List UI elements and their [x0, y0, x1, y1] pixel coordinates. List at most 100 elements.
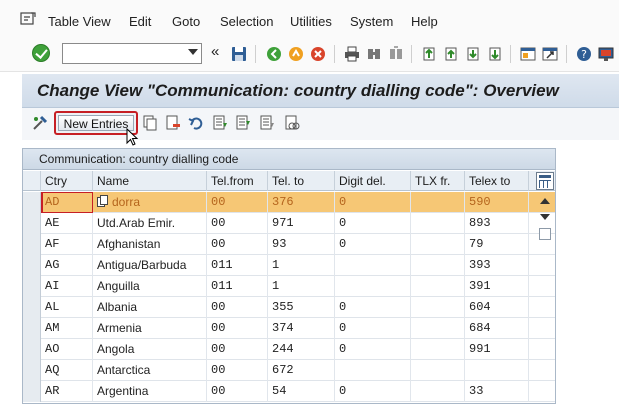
table-row[interactable]: AO Angola 00 244 0 991: [23, 339, 555, 360]
row-selector[interactable]: [23, 234, 41, 255]
deselect-all-icon[interactable]: [259, 115, 275, 131]
cell-tel-from: 00: [207, 192, 268, 213]
select-all-cell[interactable]: [23, 171, 41, 191]
table-row[interactable]: AL Albania 00 355 0 604: [23, 297, 555, 318]
row-selector[interactable]: [23, 255, 41, 276]
cell-name[interactable]: dorra: [93, 192, 207, 213]
column-header-telex-to[interactable]: Telex to: [465, 171, 529, 191]
new-entries-button[interactable]: New Entries: [58, 115, 134, 131]
undo-change-icon[interactable]: [188, 115, 204, 131]
menu-icon[interactable]: [20, 12, 36, 26]
row-selector[interactable]: [23, 318, 41, 339]
enter-check-icon[interactable]: [32, 44, 50, 62]
menu-system[interactable]: System: [350, 14, 393, 29]
column-settings-icon[interactable]: [536, 172, 554, 190]
table-row[interactable]: AM Armenia 00 374 0 684: [23, 318, 555, 339]
row-selector[interactable]: [23, 339, 41, 360]
cell-name[interactable]: Afghanistan: [93, 234, 207, 255]
chevron-down-icon[interactable]: [188, 49, 198, 55]
cell-telex-to: 991: [465, 339, 529, 360]
table-caption: Communication: country dialling code: [39, 152, 239, 166]
scroll-down-icon[interactable]: [540, 214, 550, 220]
column-header-tlx-fr[interactable]: TLX fr.: [411, 171, 465, 191]
column-header-tel-from[interactable]: Tel.from: [207, 171, 268, 191]
cell-tel-from: 00: [207, 339, 268, 360]
display-change-icon[interactable]: [32, 115, 48, 131]
table-header-row: Ctry Name Tel.from Tel. to Digit del. TL…: [23, 171, 555, 191]
select-all-icon[interactable]: [212, 115, 228, 131]
table-row[interactable]: AG Antigua/Barbuda 011 1 393: [23, 255, 555, 276]
column-header-name[interactable]: Name: [93, 171, 207, 191]
scroll-thumb[interactable]: [539, 228, 551, 240]
cell-name[interactable]: Anguilla: [93, 276, 207, 297]
row-selector[interactable]: [23, 360, 41, 381]
cell-ctry[interactable]: AQ: [41, 360, 93, 381]
table-row[interactable]: AE Utd.Arab Emir. 00 971 0 893: [23, 213, 555, 234]
cell-name[interactable]: Albania: [93, 297, 207, 318]
create-session-icon[interactable]: [520, 46, 536, 62]
menu-goto[interactable]: Goto: [172, 14, 200, 29]
table-row[interactable]: AR Argentina 00 54 0 33: [23, 381, 555, 402]
cell-name[interactable]: Angola: [93, 339, 207, 360]
column-header-tel-to[interactable]: Tel. to: [268, 171, 335, 191]
cell-ctry[interactable]: AE: [41, 213, 93, 234]
cell-name[interactable]: Armenia: [93, 318, 207, 339]
customize-layout-icon[interactable]: [598, 46, 614, 62]
print-field-list-icon[interactable]: [284, 115, 300, 131]
cell-ctry[interactable]: AM: [41, 318, 93, 339]
exit-icon[interactable]: [288, 46, 304, 62]
table-row[interactable]: AD dorra 00 376 0 590: [23, 192, 555, 213]
row-selector[interactable]: [23, 297, 41, 318]
row-selector[interactable]: [23, 381, 41, 402]
cell-ctry[interactable]: AL: [41, 297, 93, 318]
menu-selection[interactable]: Selection: [220, 14, 273, 29]
menu-table-view[interactable]: Table View: [48, 14, 111, 29]
last-page-icon[interactable]: [487, 46, 503, 62]
cell-ctry[interactable]: AF: [41, 234, 93, 255]
menu-help[interactable]: Help: [411, 14, 438, 29]
copy-as-icon[interactable]: [142, 115, 158, 131]
column-header-digit-del[interactable]: Digit del.: [335, 171, 411, 191]
copy-icon[interactable]: [97, 193, 109, 207]
first-page-icon[interactable]: [421, 46, 437, 62]
table-caption-bar: Communication: country dialling code: [23, 149, 555, 170]
find-next-icon[interactable]: [388, 46, 404, 62]
cell-ctry[interactable]: AO: [41, 339, 93, 360]
command-field[interactable]: [62, 43, 202, 64]
row-selector[interactable]: [23, 276, 41, 297]
row-selector[interactable]: [23, 213, 41, 234]
cell-name[interactable]: Argentina: [93, 381, 207, 402]
delete-icon[interactable]: [165, 115, 181, 131]
column-header-ctry[interactable]: Ctry: [41, 171, 93, 191]
cell-name[interactable]: Antigua/Barbuda: [93, 255, 207, 276]
double-chevron-left-icon[interactable]: «: [211, 44, 227, 60]
find-icon[interactable]: [366, 46, 382, 62]
cancel-icon[interactable]: [310, 46, 326, 62]
help-icon[interactable]: ?: [576, 46, 592, 62]
cell-name[interactable]: Utd.Arab Emir.: [93, 213, 207, 234]
table-row[interactable]: AF Afghanistan 00 93 0 79: [23, 234, 555, 255]
cell-tel-to: 672: [268, 360, 335, 381]
save-icon[interactable]: [231, 46, 247, 62]
back-icon[interactable]: [266, 46, 282, 62]
toolbar-separator: [510, 45, 511, 63]
menu-edit[interactable]: Edit: [129, 14, 151, 29]
scroll-up-icon[interactable]: [540, 198, 550, 204]
row-selector[interactable]: [23, 192, 41, 213]
cell-digit-del: 0: [335, 234, 411, 255]
next-page-icon[interactable]: [465, 46, 481, 62]
cell-name[interactable]: Antarctica: [93, 360, 207, 381]
table-row[interactable]: AQ Antarctica 00 672: [23, 360, 555, 381]
previous-page-icon[interactable]: [443, 46, 459, 62]
menu-utilities[interactable]: Utilities: [290, 14, 332, 29]
shortcut-icon[interactable]: [542, 46, 558, 62]
cell-digit-del: [335, 255, 411, 276]
cell-telex-to: 590: [465, 192, 529, 213]
select-block-icon[interactable]: [235, 115, 251, 131]
cell-ctry[interactable]: AI: [41, 276, 93, 297]
cell-ctry[interactable]: AG: [41, 255, 93, 276]
table-row[interactable]: AI Anguilla 011 1 391: [23, 276, 555, 297]
cell-ctry[interactable]: AR: [41, 381, 93, 402]
print-icon[interactable]: [344, 46, 360, 62]
vertical-scrollbar[interactable]: [536, 192, 554, 402]
